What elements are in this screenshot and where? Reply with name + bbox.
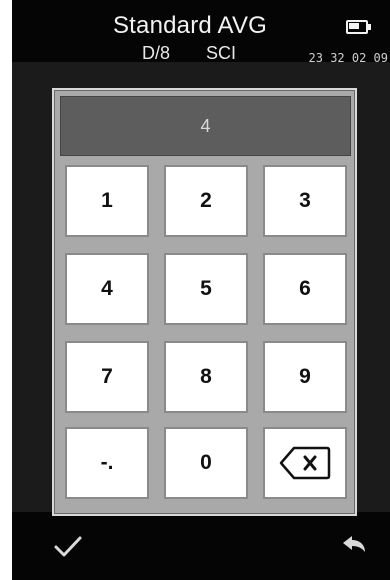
back-arrow-icon[interactable] <box>334 532 370 562</box>
keypad-grid: 1 2 3 4 5 6 7 8 9 -. 0 <box>65 165 347 507</box>
key-minus-decimal[interactable]: -. <box>65 427 149 499</box>
battery-level <box>349 23 359 29</box>
bottom-bar <box>12 512 390 580</box>
specular-component: SCI <box>206 43 237 63</box>
backspace-button[interactable] <box>263 427 347 499</box>
measurement-mode: D/8 <box>142 43 171 63</box>
keypad-display: 4 <box>60 96 351 156</box>
check-icon[interactable] <box>50 532 86 562</box>
key-4[interactable]: 4 <box>65 253 149 325</box>
key-1[interactable]: 1 <box>65 165 149 237</box>
key-7[interactable]: 7 <box>65 341 149 413</box>
key-9[interactable]: 9 <box>263 341 347 413</box>
key-6[interactable]: 6 <box>263 253 347 325</box>
key-3[interactable]: 3 <box>263 165 347 237</box>
key-5[interactable]: 5 <box>164 253 248 325</box>
title-bar: Standard AVG D/8 SCI 23 32 02 09 <box>12 0 390 65</box>
numeric-keypad: 4 1 2 3 4 5 6 7 8 9 -. 0 <box>52 88 357 516</box>
key-2[interactable]: 2 <box>164 165 248 237</box>
key-0[interactable]: 0 <box>164 427 248 499</box>
page-title: Standard AVG <box>112 12 268 39</box>
battery-icon <box>346 20 371 34</box>
key-8[interactable]: 8 <box>164 341 248 413</box>
backspace-icon <box>279 446 331 480</box>
